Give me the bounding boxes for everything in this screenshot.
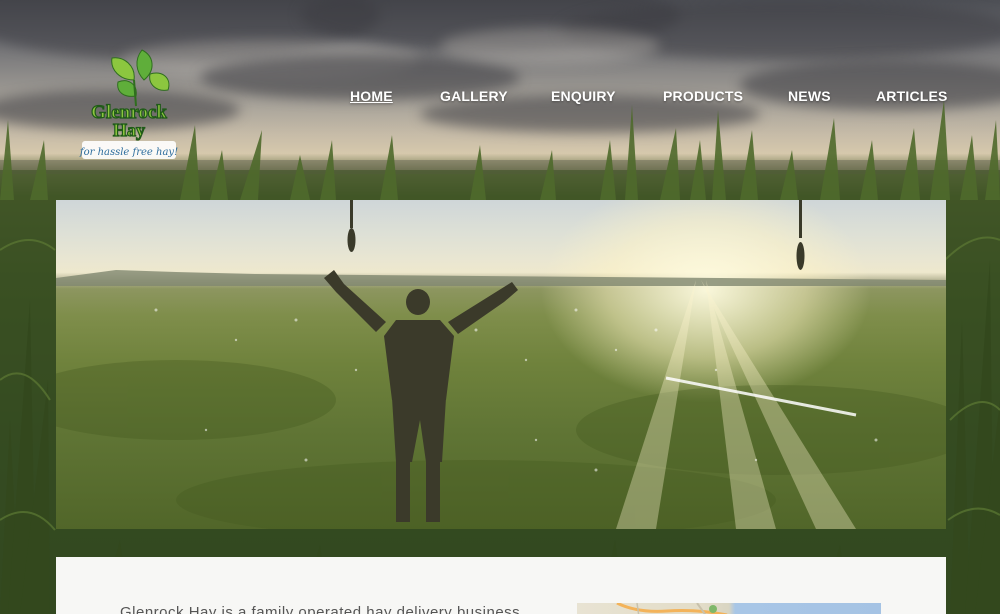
nav-item-enquiry[interactable]: ENQUIRY xyxy=(551,88,616,104)
hero-scene xyxy=(56,200,946,529)
brand-tagline: for hassle free hay! xyxy=(79,147,178,158)
content-card: Glenrock Hay is a family operated hay de… xyxy=(56,557,946,614)
map-roads xyxy=(616,603,728,614)
nav-item-gallery[interactable]: GALLERY xyxy=(440,88,508,104)
nav-item-articles[interactable]: ARTICLES xyxy=(876,88,948,104)
brand-name-line2: Hay xyxy=(113,120,145,140)
map-thumbnail[interactable] xyxy=(577,603,881,614)
main-nav: HOME GALLERY ENQUIRY PRODUCTS NEWS ARTIC… xyxy=(0,88,1000,112)
nav-item-products[interactable]: PRODUCTS xyxy=(663,88,743,104)
nav-item-home[interactable]: HOME xyxy=(350,88,393,104)
nav-item-news[interactable]: NEWS xyxy=(788,88,831,104)
intro-text: Glenrock Hay is a family operated hay de… xyxy=(120,604,521,614)
page: Glenrock Hay for hassle free hay! HOME G… xyxy=(0,0,1000,614)
hero-image xyxy=(56,200,946,529)
